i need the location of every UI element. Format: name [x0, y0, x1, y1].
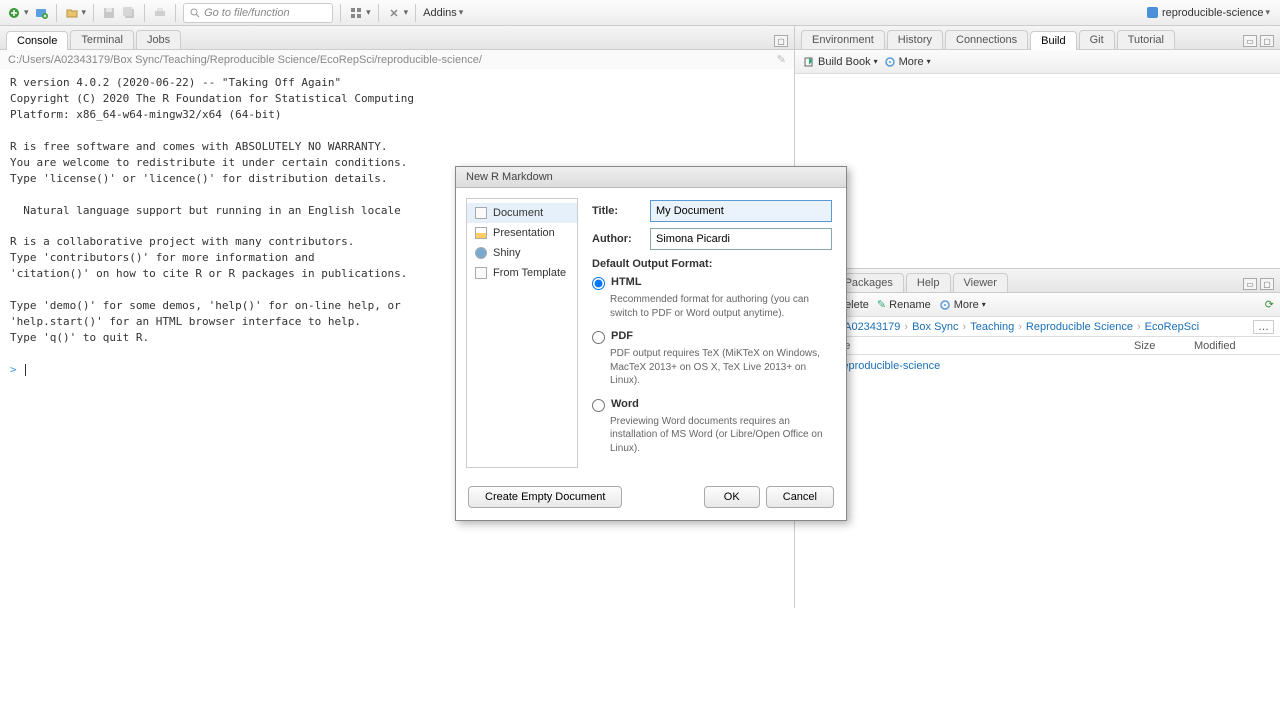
minimize-files-icon[interactable]: ▭ — [1243, 278, 1257, 290]
crumb-5[interactable]: EcoRepSci — [1145, 321, 1199, 333]
sidebar-item-template[interactable]: From Template — [467, 263, 577, 283]
breadcrumb-more[interactable]: … — [1253, 320, 1274, 334]
tools-icon[interactable] — [386, 5, 402, 21]
crumb-1[interactable]: A02343179 — [844, 321, 900, 333]
html-desc: Recommended format for authoring (you ca… — [610, 293, 832, 320]
radio-pdf[interactable] — [592, 331, 605, 344]
addins-menu[interactable]: Addins — [423, 7, 457, 19]
maximize-console-icon[interactable]: ▢ — [774, 35, 788, 47]
build-output — [795, 74, 1280, 268]
goto-file-input[interactable]: Go to file/function — [183, 3, 333, 23]
build-book-button[interactable]: Build Book ▾ — [803, 56, 878, 68]
rename-icon: ✎ — [877, 298, 886, 311]
sidebar-item-document[interactable]: Document — [467, 203, 577, 223]
files-header: Name Size Modified — [795, 337, 1280, 355]
pdf-desc: PDF output requires TeX (MiKTeX on Windo… — [610, 347, 832, 388]
console-working-dir: C:/Users/A02343179/Box Sync/Teaching/Rep… — [0, 50, 794, 69]
col-name[interactable]: Name — [821, 340, 1134, 352]
dialog-sidebar: Document Presentation Shiny From Templat… — [466, 198, 578, 468]
project-name: reproducible-science — [1162, 7, 1264, 19]
crumb-4[interactable]: Reproducible Science — [1026, 321, 1133, 333]
create-empty-button[interactable]: Create Empty Document — [468, 486, 622, 508]
cancel-button[interactable]: Cancel — [766, 486, 834, 508]
new-rmarkdown-dialog: New R Markdown Document Presentation Shi… — [455, 166, 847, 521]
crumb-2[interactable]: Box Sync — [912, 321, 958, 333]
right-pane: Environment History Connections Build Gi… — [795, 26, 1280, 608]
tab-tutorial[interactable]: Tutorial — [1117, 30, 1175, 49]
tab-git[interactable]: Git — [1079, 30, 1115, 49]
col-modified[interactable]: Modified — [1194, 340, 1274, 352]
radio-word[interactable] — [592, 399, 605, 412]
maximize-files-icon[interactable]: ▢ — [1260, 278, 1274, 290]
open-file-icon[interactable] — [64, 5, 80, 21]
crumb-3[interactable]: Teaching — [970, 321, 1014, 333]
tab-console[interactable]: Console — [6, 31, 68, 50]
print-icon[interactable] — [152, 5, 168, 21]
project-icon — [1147, 7, 1158, 18]
open-recent-dropdown[interactable]: ▾ — [82, 7, 87, 18]
ok-button[interactable]: OK — [704, 486, 760, 508]
panes-dropdown[interactable]: ▾ — [366, 7, 371, 18]
word-desc: Previewing Word documents requires an in… — [610, 415, 832, 456]
word-label: Word — [611, 398, 639, 410]
pdf-label: PDF — [611, 330, 633, 342]
env-tabs: Environment History Connections Build Gi… — [795, 26, 1280, 50]
save-icon[interactable] — [101, 5, 117, 21]
tab-history[interactable]: History — [887, 30, 943, 49]
tab-jobs[interactable]: Jobs — [136, 30, 181, 49]
file-row[interactable]: 📁reproducible-science — [795, 355, 1280, 377]
sidebar-item-presentation[interactable]: Presentation — [467, 223, 577, 243]
document-icon — [475, 207, 487, 219]
addins-dropdown[interactable]: ▾ — [459, 7, 464, 18]
col-size[interactable]: Size — [1134, 340, 1194, 352]
save-all-icon[interactable] — [121, 5, 137, 21]
html-label: HTML — [611, 276, 642, 288]
tab-help[interactable]: Help — [906, 273, 951, 292]
author-input[interactable] — [650, 228, 832, 250]
tab-environment[interactable]: Environment — [801, 30, 885, 49]
minimize-env-icon[interactable]: ▭ — [1243, 35, 1257, 47]
tab-terminal[interactable]: Terminal — [70, 30, 134, 49]
project-selector[interactable]: reproducible-science ▾ — [1143, 7, 1274, 19]
files-more-button[interactable]: More ▾ — [939, 299, 986, 311]
build-toolbar: Build Book ▾ More ▾ — [795, 50, 1280, 74]
tab-build[interactable]: Build — [1030, 31, 1076, 50]
files-toolbar: der ⊘Delete ✎Rename More ▾ ⟳ — [795, 293, 1280, 317]
grid-icon[interactable] — [348, 5, 364, 21]
dialog-title: New R Markdown — [456, 167, 846, 188]
new-file-icon[interactable] — [6, 5, 22, 21]
title-input[interactable] — [650, 200, 832, 222]
console-tabs: Console Terminal Jobs ▢ — [0, 26, 794, 50]
rename-button[interactable]: ✎Rename — [877, 298, 931, 311]
new-project-icon[interactable] — [33, 5, 49, 21]
new-file-dropdown[interactable]: ▾ — [24, 7, 29, 18]
project-dropdown[interactable]: ▾ — [1265, 7, 1270, 18]
build-more-button[interactable]: More ▾ — [884, 56, 931, 68]
tab-viewer[interactable]: Viewer — [953, 273, 1008, 292]
presentation-icon — [475, 227, 487, 239]
tab-connections[interactable]: Connections — [945, 30, 1028, 49]
clear-console-icon[interactable]: ✎ — [777, 53, 786, 66]
sidebar-item-shiny[interactable]: Shiny — [467, 243, 577, 263]
format-header: Default Output Format: — [592, 258, 832, 270]
main-toolbar: ▾ ▾ Go to file/function ▾ ▾ Addins ▾ rep… — [0, 0, 1280, 26]
refresh-files-icon[interactable]: ⟳ — [1265, 298, 1274, 311]
files-tabs: ts Packages Help Viewer ▭ ▢ — [795, 269, 1280, 293]
goto-placeholder: Go to file/function — [204, 7, 290, 19]
shiny-icon — [475, 247, 487, 259]
radio-html[interactable] — [592, 277, 605, 290]
author-label: Author: — [592, 233, 642, 245]
tools-dropdown[interactable]: ▾ — [404, 7, 409, 18]
files-breadcrumb: ⌂ sers› A02343179› Box Sync› Teaching› R… — [795, 317, 1280, 337]
title-label: Title: — [592, 205, 642, 217]
template-icon — [475, 267, 487, 279]
maximize-env-icon[interactable]: ▢ — [1260, 35, 1274, 47]
